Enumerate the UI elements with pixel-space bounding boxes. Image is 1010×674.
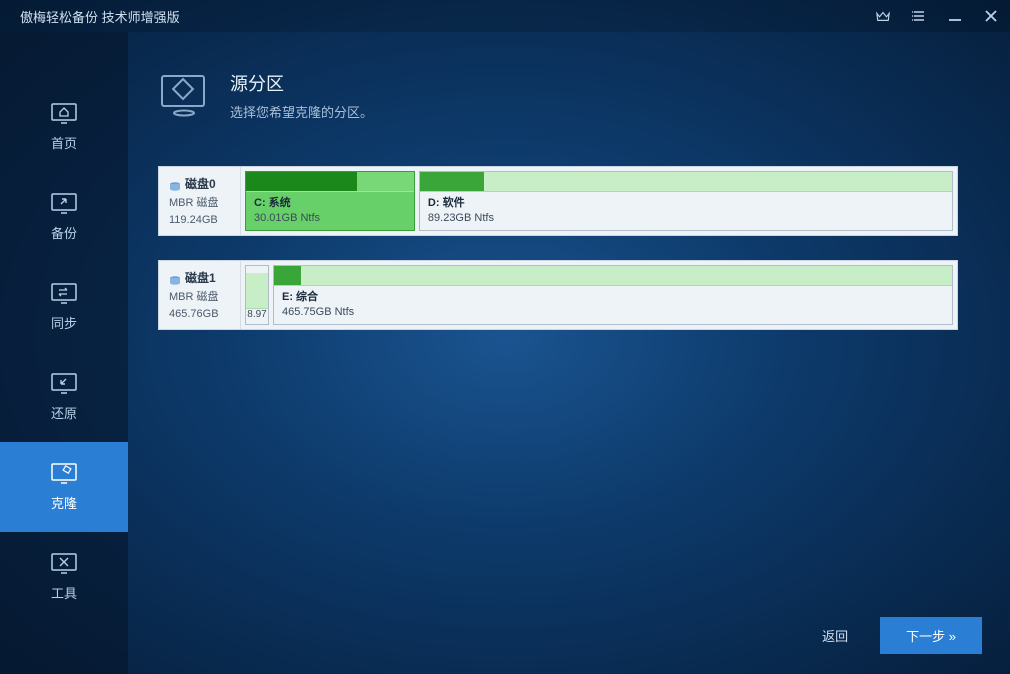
app-title: 傲梅轻松备份 技术师增强版	[20, 7, 180, 26]
monitor-home-icon	[51, 103, 77, 125]
partition-detail: 30.01GB Ntfs	[254, 211, 406, 226]
partition-label: 8.97	[247, 309, 266, 324]
partition[interactable]: E: 综合 465.75GB Ntfs	[273, 265, 953, 325]
partition-detail: 89.23GB Ntfs	[428, 211, 944, 226]
back-button[interactable]: 返回	[808, 618, 862, 653]
sidebar-item-label: 备份	[51, 223, 77, 242]
minimize-button[interactable]	[946, 7, 964, 25]
partition-label: D: 软件	[428, 196, 944, 211]
sidebar-item-label: 克隆	[51, 493, 77, 512]
next-button[interactable]: 下一步 »	[880, 617, 982, 654]
titlebar: 傲梅轻松备份 技术师增强版	[0, 0, 1010, 32]
partition[interactable]: C: 系统 30.01GB Ntfs	[245, 171, 415, 231]
titlebar-controls	[874, 7, 1000, 25]
monitor-backup-icon	[51, 193, 77, 215]
disk-info: 磁盘1 MBR 磁盘 465.76GB	[159, 261, 241, 329]
disk-size: 119.24GB	[169, 212, 234, 229]
sidebar-item-label: 工具	[51, 583, 77, 602]
partition-detail: 465.75GB Ntfs	[282, 305, 944, 320]
partition-label: C: 系统	[254, 196, 406, 211]
disk-size: 465.76GB	[169, 306, 234, 323]
sidebar-item-home[interactable]: 首页	[0, 82, 128, 172]
sidebar-item-label: 同步	[51, 313, 77, 332]
close-button[interactable]	[982, 7, 1000, 25]
disk-name: 磁盘0	[185, 175, 216, 193]
footer: 返回 下一步 »	[808, 617, 982, 654]
disk-icon	[169, 273, 181, 283]
main-content: 源分区 选择您希望克隆的分区。 磁盘0 MBR 磁盘 119.24GB	[128, 32, 1010, 674]
crown-icon[interactable]	[874, 7, 892, 25]
page-subtitle: 选择您希望克隆的分区。	[230, 102, 373, 121]
disk-card: 磁盘0 MBR 磁盘 119.24GB C: 系统 30.01GB Ntfs D…	[158, 166, 958, 236]
disk-name: 磁盘1	[185, 269, 216, 287]
partition-label: E: 综合	[282, 290, 944, 305]
disk-type: MBR 磁盘	[169, 289, 234, 306]
page-header: 源分区 选择您希望克隆的分区。	[158, 70, 958, 121]
monitor-restore-icon	[51, 373, 77, 395]
disk-card: 磁盘1 MBR 磁盘 465.76GB 8.97 E: 综合 465.75GB …	[158, 260, 958, 330]
source-partition-icon	[158, 72, 210, 118]
sidebar-item-sync[interactable]: 同步	[0, 262, 128, 352]
monitor-clone-icon	[51, 463, 77, 485]
sidebar-item-clone[interactable]: 克隆	[0, 442, 128, 532]
partitions: 8.97 E: 综合 465.75GB Ntfs	[241, 261, 957, 329]
disk-type: MBR 磁盘	[169, 195, 234, 212]
sidebar-item-restore[interactable]: 还原	[0, 352, 128, 442]
menu-icon[interactable]	[910, 7, 928, 25]
sidebar-item-tools[interactable]: 工具	[0, 532, 128, 622]
sidebar-item-label: 首页	[51, 133, 77, 152]
partitions: C: 系统 30.01GB Ntfs D: 软件 89.23GB Ntfs	[241, 167, 957, 235]
disk-info: 磁盘0 MBR 磁盘 119.24GB	[159, 167, 241, 235]
sidebar-item-backup[interactable]: 备份	[0, 172, 128, 262]
sidebar-item-label: 还原	[51, 403, 77, 422]
sidebar: 首页 备份 同步 还原 克隆	[0, 32, 128, 674]
partition-small[interactable]: 8.97	[245, 265, 269, 325]
monitor-sync-icon	[51, 283, 77, 305]
partition[interactable]: D: 软件 89.23GB Ntfs	[419, 171, 953, 231]
disk-icon	[169, 179, 181, 189]
monitor-tools-icon	[51, 553, 77, 575]
page-title: 源分区	[230, 70, 373, 96]
